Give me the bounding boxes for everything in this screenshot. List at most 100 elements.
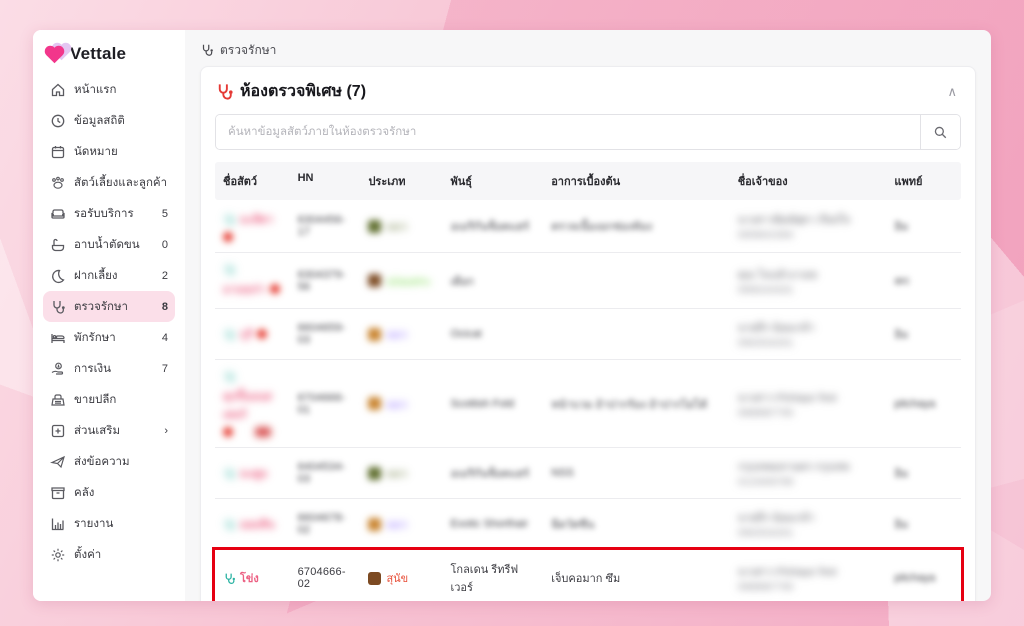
dog-icon	[368, 571, 382, 585]
table-row[interactable]: ออมสิน 6604678-02 แมว Exotic Shorthair ฉ…	[215, 499, 961, 550]
table-row[interactable]: มาเธอร่า 6304379-56 เม่นแคระ เผือก คุณ โ…	[215, 253, 961, 309]
sidebar-item-pets-customers[interactable]: สัตว์เลี้ยงและลูกค้า	[43, 167, 175, 198]
table-row[interactable]: คุกกี้มอนสเตอร์ 6704666-01 แมว Scottish …	[215, 360, 961, 448]
pet-type: เม่นแคระ	[386, 275, 432, 288]
sidebar-item-appointments[interactable]: นัดหมาย	[43, 136, 175, 167]
stethoscope-icon	[225, 214, 236, 225]
pet-breed: เผือก	[450, 275, 474, 288]
sidebar-item-settings[interactable]: ตั้งค่า	[43, 539, 175, 570]
sidebar-item-statistics[interactable]: ข้อมูลสถิติ	[43, 105, 175, 136]
sidebar-item-label: รายงาน	[74, 517, 114, 530]
pet-type: แมว	[386, 329, 407, 341]
symptom: เจ็บคอมาก ซึม	[551, 573, 621, 585]
col-header: ชื่อเจ้าของ	[737, 176, 788, 188]
calendar-icon	[51, 145, 65, 158]
home-icon	[51, 83, 65, 96]
pet-name: คุกกี้มอนสเตอร์	[223, 391, 272, 421]
sidebar-item-boarding[interactable]: ฝากเลี้ยง 2	[43, 260, 175, 291]
sidebar-item-reports[interactable]: รายงาน	[43, 508, 175, 539]
alert-icon	[255, 427, 271, 437]
doctor-name: pitchaya	[894, 397, 936, 410]
table-row[interactable]: มะลิตา 6304456-17 แมว อเมริกันช็อตแฮร์ ต…	[215, 200, 961, 253]
sidebar-item-home[interactable]: หน้าแรก	[43, 74, 175, 105]
search-input[interactable]	[216, 115, 920, 149]
sidebar-item-label: อาบน้ำตัดขน	[74, 238, 140, 251]
sidebar-item-label: หน้าแรก	[74, 83, 117, 96]
brand-name: Vettale	[70, 44, 127, 63]
moon-icon	[52, 269, 65, 283]
symptom: ตรวจเนื้องอกช่องท้อง	[551, 221, 653, 233]
pet-name: ออมสิน	[240, 519, 275, 531]
sidebar-item-messages[interactable]: ส่งข้อความ	[43, 446, 175, 477]
sidebar-item-retail[interactable]: ขายปลีก	[43, 384, 175, 415]
stethoscope-icon	[225, 329, 236, 340]
stethoscope-icon	[53, 300, 65, 314]
table-row[interactable]: มะตูม 6404534-03 แมว อเมริกันช็อตแฮร์ NS…	[215, 448, 961, 499]
table-row[interactable]: บุรี 6604659-03 แมว Ocicat นายธีร น้อมเก…	[215, 309, 961, 360]
hn-value: 6704666-02	[297, 566, 346, 590]
symptom	[543, 324, 730, 344]
pet-breed: โกลเดน รีทรีฟเวอร์	[450, 564, 519, 594]
sidebar-item-label: ส่วนเสริม	[74, 424, 121, 437]
pet-name: มะลิตา	[240, 214, 274, 226]
pet-type: แมว	[386, 519, 407, 531]
bathtub-icon	[51, 238, 65, 251]
breadcrumb: ตรวจรักษา	[200, 38, 976, 62]
animal-icon	[368, 327, 382, 341]
sidebar-item-examination[interactable]: ตรวจรักษา 8	[43, 291, 175, 322]
sidebar-item-label: รอรับบริการ	[74, 207, 134, 220]
pet-name: มะตูม	[240, 468, 268, 480]
search-button[interactable]	[920, 115, 960, 149]
sidebar-item-label: การเงิน	[74, 362, 112, 375]
sidebar-item-waiting[interactable]: รอรับบริการ 5	[43, 198, 175, 229]
sidebar-item-grooming[interactable]: อาบน้ำตัดขน 0	[43, 229, 175, 260]
animal-icon	[368, 397, 382, 410]
statistics-icon	[51, 114, 65, 127]
doctor-name: อิม	[894, 519, 909, 531]
hn-value: 6604659-03	[297, 322, 346, 346]
sidebar-item-addons[interactable]: ส่วนเสริม ›	[43, 415, 175, 446]
stethoscope-icon	[225, 519, 236, 530]
hn-value: 6704666-01	[297, 391, 346, 416]
sidebar-item-count: 4	[161, 331, 168, 344]
sidebar-item-label: ข้อมูลสถิติ	[74, 114, 125, 127]
cash-register-icon	[51, 393, 65, 406]
owner-phone: 0958164331	[737, 284, 794, 296]
hn-value: 6304379-56	[297, 268, 346, 293]
col-header: แพทย์	[894, 176, 923, 188]
pet-type: แมว	[386, 468, 407, 480]
section-special-exam-room: ห้องตรวจพิเศษ (7) ∧ ชื่อสัตว์ HN ประเภท …	[200, 66, 976, 601]
bed-icon	[51, 333, 65, 343]
animal-icon	[368, 274, 382, 287]
sidebar-item-inventory[interactable]: คลัง	[43, 477, 175, 508]
collapse-chevron-icon[interactable]: ∧	[943, 83, 961, 100]
col-header: HN	[297, 172, 314, 184]
owner-name: นางสาวพิมพ์สุดา เรียลใจ	[737, 214, 851, 226]
owner-name: คุณ โจเอลิ มาเยธ	[737, 268, 818, 281]
search-icon	[934, 126, 947, 138]
pet-type: สุนัข	[386, 573, 409, 585]
pet-name: โข่ง	[240, 573, 259, 585]
heart-logo-icon	[46, 44, 70, 64]
paw-icon	[52, 176, 64, 189]
owner-phone: 0962634261	[737, 528, 794, 539]
doctor-name: อิม	[894, 468, 909, 480]
sidebar-item-count: 0	[161, 238, 168, 251]
owner-name: นางสาว Pichaya Test	[737, 566, 837, 578]
table-header: ชื่อสัตว์ HN ประเภท พันธุ์ อาการเบื้องต้…	[215, 162, 961, 200]
sidebar-item-inpatient[interactable]: พักรักษา 4	[43, 322, 175, 353]
col-header: ประเภท	[368, 176, 406, 188]
col-header: อาการเบื้องต้น	[551, 176, 621, 188]
pet-breed: Scottish Fold	[450, 397, 515, 410]
sidebar-item-finance[interactable]: การเงิน 7	[43, 353, 175, 384]
chevron-right-icon: ›	[164, 424, 168, 437]
gear-icon	[51, 548, 65, 561]
alert-icon	[269, 284, 280, 294]
table-row-highlighted[interactable]: โข่ง 6704666-02 สุนัข โกลเดน รีทรีฟเวอร์…	[212, 547, 964, 601]
sofa-icon	[51, 208, 65, 219]
plus-square-icon	[51, 424, 65, 437]
sidebar-item-count: 5	[161, 207, 168, 220]
alert-icon	[223, 232, 233, 242]
sidebar-item-label: ตั้งค่า	[74, 548, 102, 561]
sidebar-item-count: 8	[161, 300, 168, 313]
